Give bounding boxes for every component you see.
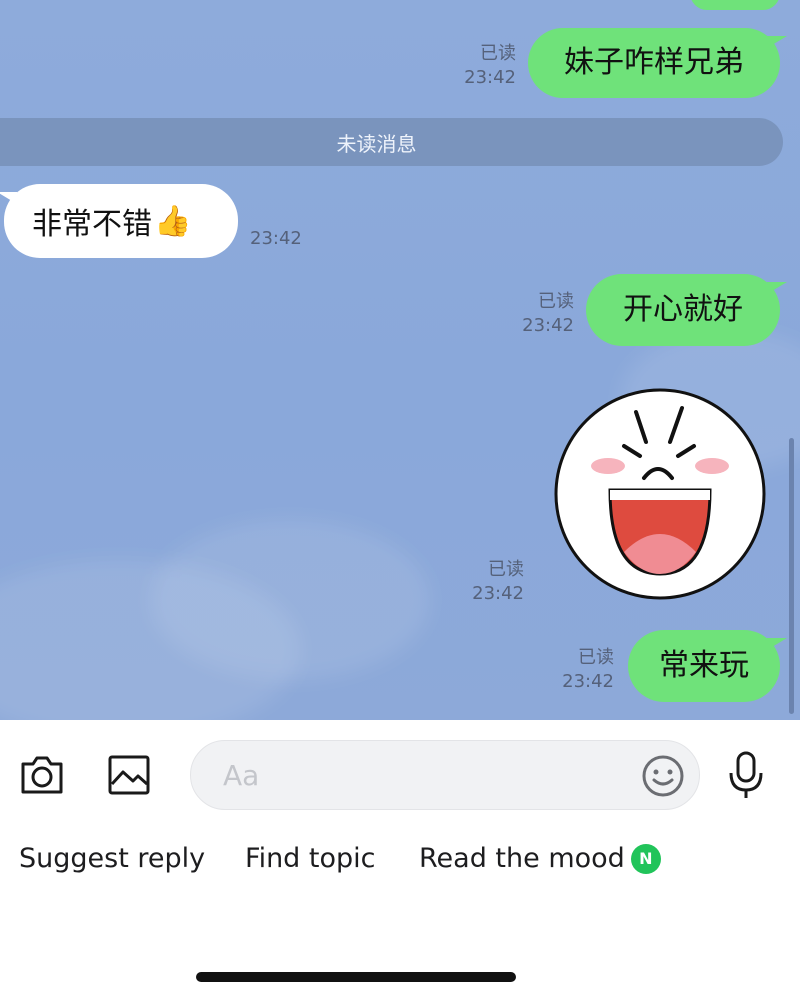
unread-divider-label: 未读消息 [336, 131, 417, 156]
message-meta: 已读 23:42 [534, 646, 614, 694]
partial-message-bubble[interactable] [690, 0, 780, 10]
thumbs-up-emoji: 👍 [154, 203, 192, 239]
message-meta: 23:42 [250, 227, 302, 251]
read-receipt: 已读 [578, 647, 614, 668]
chat-area[interactable]: 已读 23:42 妹子咋样兄弟 未读消息 非常不错 👍 23:42 已读 23:… [0, 0, 800, 720]
unread-divider: 未读消息 [0, 118, 783, 166]
message-time: 23:42 [464, 67, 516, 88]
message-bubble-incoming[interactable]: 非常不错 👍 [0, 184, 238, 258]
message-text: 开心就好 [623, 292, 743, 327]
quick-action-label: Read the mood [419, 843, 625, 874]
message-bubble-outgoing[interactable]: 常来玩 [628, 630, 787, 702]
composer-panel: Aa Suggest reply Find topic Read the moo… [0, 720, 800, 982]
quick-action-label: Suggest reply [19, 843, 206, 874]
message-time: 23:42 [522, 315, 574, 336]
home-indicator [196, 972, 516, 982]
read-receipt: 已读 [480, 43, 516, 64]
laughing-face-sticker[interactable] [550, 384, 770, 600]
camera-icon[interactable] [18, 752, 66, 798]
message-bubble-outgoing[interactable]: 妹子咋样兄弟 [528, 28, 787, 98]
message-meta: 已读 23:42 [444, 558, 524, 606]
quick-action-find-topic[interactable]: Find topic [245, 843, 376, 874]
message-time: 23:42 [562, 671, 614, 692]
message-time: 23:42 [250, 228, 302, 249]
message-meta: 已读 23:42 [494, 290, 574, 338]
read-receipt: 已读 [538, 291, 574, 312]
message-time: 23:42 [472, 583, 524, 604]
image-icon[interactable] [106, 752, 152, 798]
smiley-icon[interactable] [641, 754, 685, 798]
message-input-placeholder: Aa [223, 759, 260, 792]
message-text: 常来玩 [659, 648, 749, 683]
new-badge: N [630, 843, 661, 874]
message-bubble-outgoing[interactable]: 开心就好 [586, 274, 787, 346]
message-meta: 已读 23:42 [436, 42, 516, 90]
quick-action-suggest-reply[interactable]: Suggest reply [19, 843, 205, 874]
quick-action-label: Find topic [245, 843, 376, 874]
message-text: 非常不错 [32, 207, 152, 242]
scrollbar[interactable] [789, 438, 794, 714]
microphone-icon[interactable] [724, 750, 768, 800]
read-receipt: 已读 [488, 559, 524, 580]
background-cloud [150, 520, 430, 680]
quick-action-read-the-mood[interactable]: Read the mood N [419, 843, 661, 874]
message-input[interactable]: Aa [190, 740, 700, 810]
message-text: 妹子咋样兄弟 [564, 45, 744, 80]
